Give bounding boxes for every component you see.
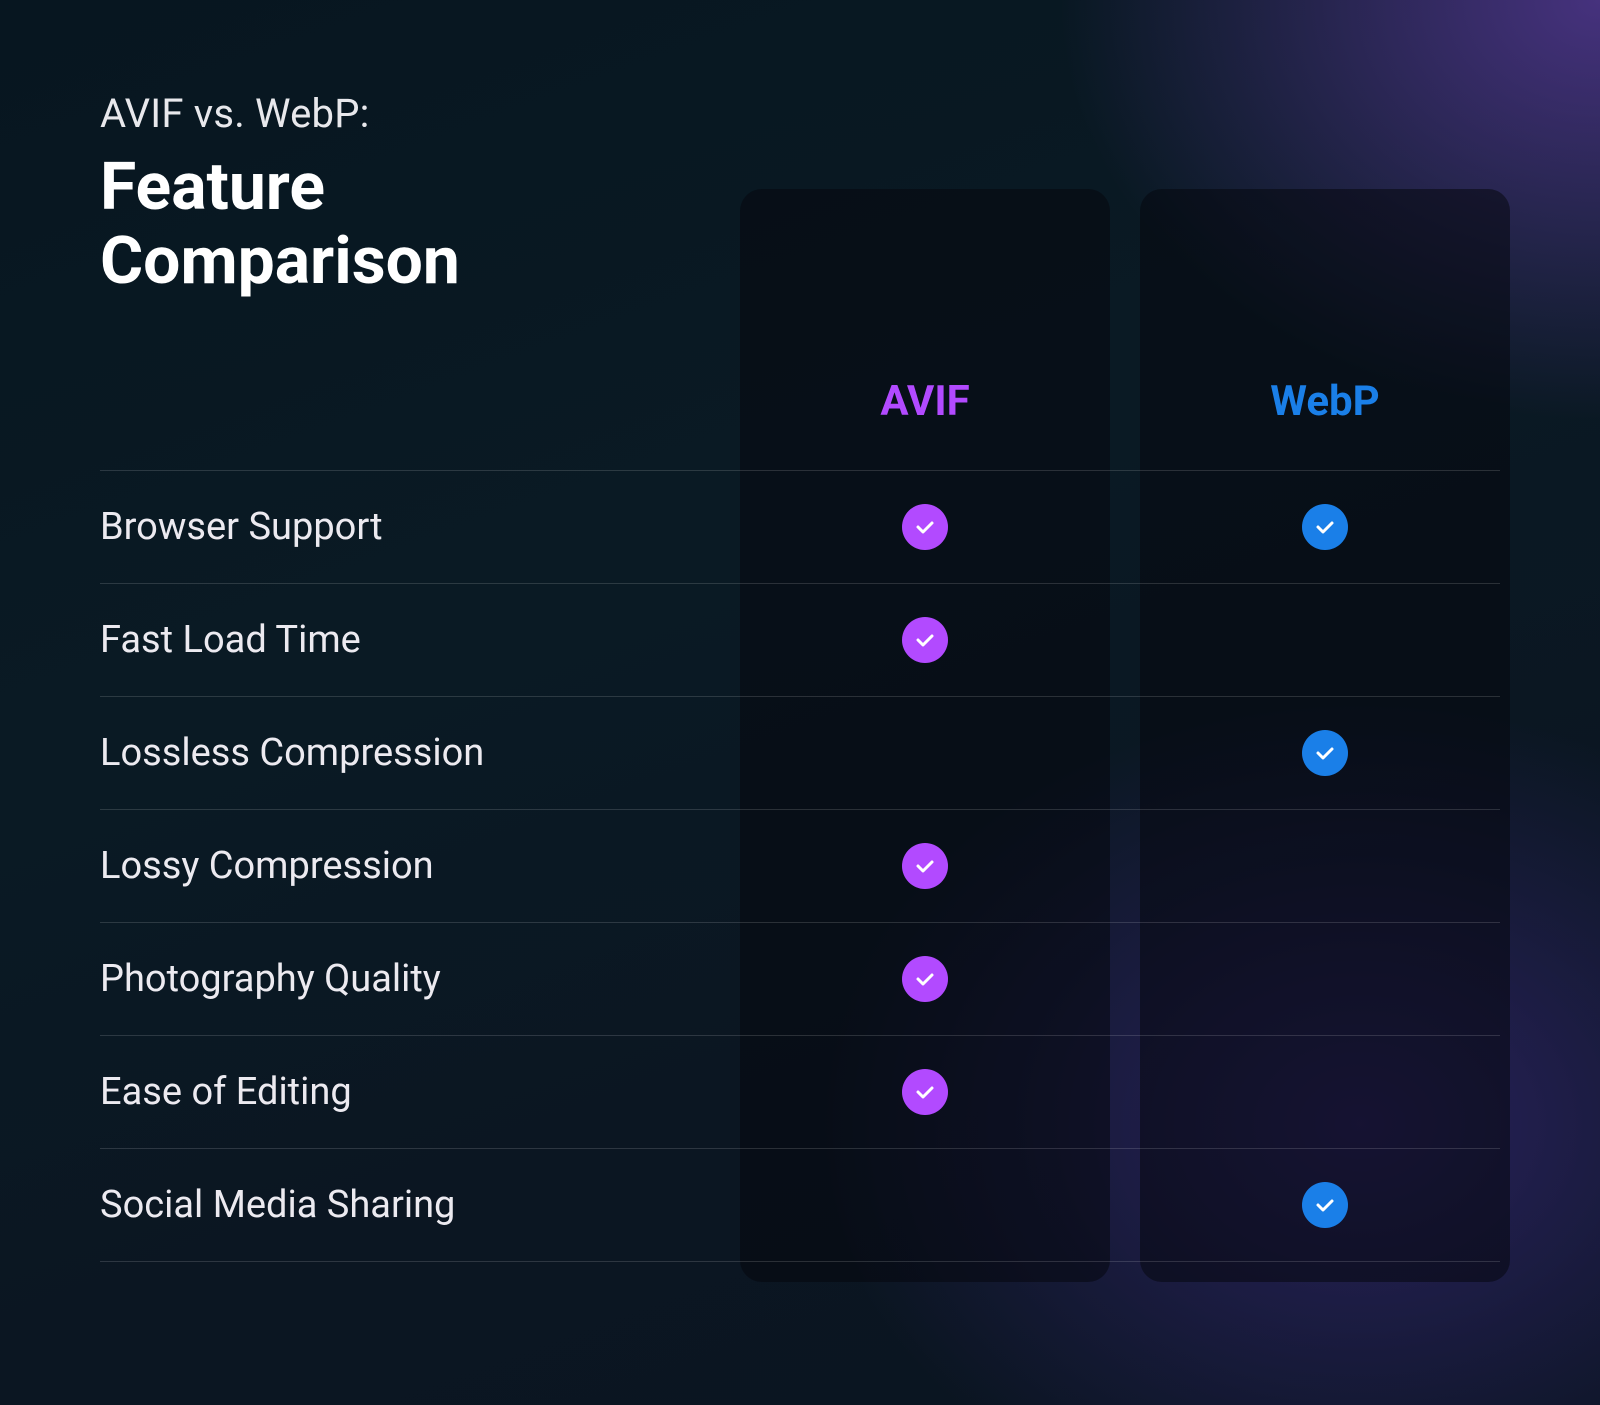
table-row: Lossless Compression (100, 697, 1500, 810)
cell-webp (1140, 1182, 1510, 1228)
check-icon-webp (1302, 1182, 1348, 1228)
cell-avif (740, 617, 1110, 663)
column-header-webp: WebP (1140, 329, 1510, 470)
check-icon-webp (1302, 504, 1348, 550)
check-icon-avif (902, 504, 948, 550)
cell-webp (1140, 504, 1510, 550)
table-row: Browser Support (100, 471, 1500, 584)
page-subtitle: AVIF vs. WebP: (100, 90, 1500, 137)
webp-label: WebP (1270, 377, 1380, 426)
check-icon-avif (902, 1069, 948, 1115)
cell-avif (740, 1069, 1110, 1115)
comparison-page: AVIF vs. WebP: Feature Comparison AVIF W… (0, 0, 1600, 1322)
table-row: Social Media Sharing (100, 1149, 1500, 1262)
table-row: Fast Load Time (100, 584, 1500, 697)
check-icon-avif (902, 617, 948, 663)
cell-avif (740, 956, 1110, 1002)
check-icon-avif (902, 956, 948, 1002)
feature-label: Ease of Editing (100, 1036, 740, 1148)
page-title: Feature Comparison (100, 151, 620, 299)
table-header-row: AVIF WebP (100, 329, 1500, 471)
feature-label: Lossless Compression (100, 697, 740, 809)
cell-avif (740, 843, 1110, 889)
check-icon-avif (902, 843, 948, 889)
table-row: Photography Quality (100, 923, 1500, 1036)
heading-block: AVIF vs. WebP: Feature Comparison (100, 90, 1500, 299)
avif-label: AVIF (880, 377, 969, 426)
cell-avif (740, 504, 1110, 550)
feature-label: Social Media Sharing (100, 1149, 740, 1261)
table-row: Ease of Editing (100, 1036, 1500, 1149)
column-header-avif: AVIF (740, 329, 1110, 470)
table-row: Lossy Compression (100, 810, 1500, 923)
feature-label: Browser Support (100, 471, 740, 583)
feature-label: Photography Quality (100, 923, 740, 1035)
check-icon-webp (1302, 730, 1348, 776)
cell-webp (1140, 730, 1510, 776)
feature-label: Lossy Compression (100, 810, 740, 922)
feature-label: Fast Load Time (100, 584, 740, 696)
comparison-table: AVIF WebP Browser SupportFast Load TimeL… (100, 329, 1500, 1262)
